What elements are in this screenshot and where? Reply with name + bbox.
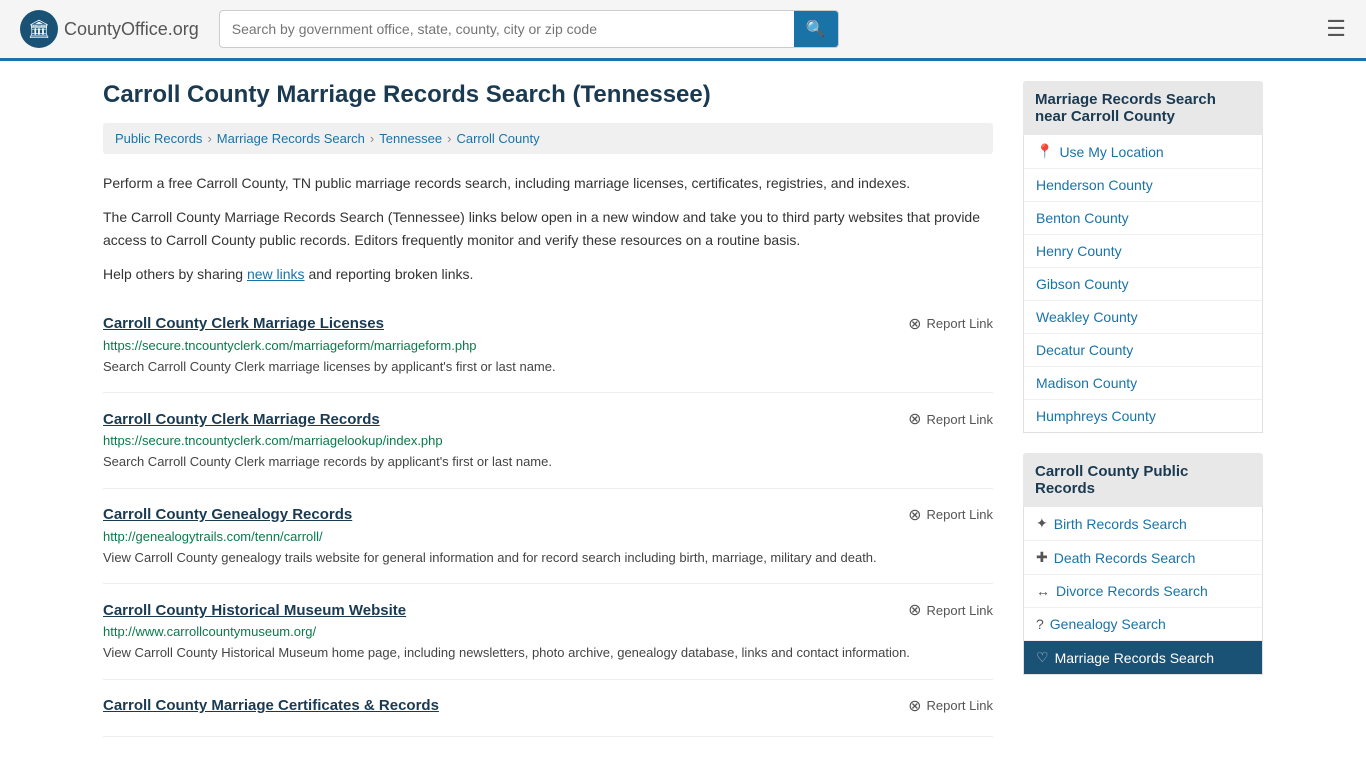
marriage-icon: ♡ bbox=[1036, 649, 1049, 666]
breadcrumb: Public Records › Marriage Records Search… bbox=[103, 123, 993, 154]
public-records-list: ✦ Birth Records Search ✚ Death Records S… bbox=[1023, 507, 1263, 675]
list-item[interactable]: Humphreys County bbox=[1024, 400, 1262, 432]
report-link-button[interactable]: ⊗ Report Link bbox=[908, 696, 993, 716]
list-item[interactable]: ♡ Marriage Records Search bbox=[1024, 641, 1262, 674]
gibson-county-link[interactable]: Gibson County bbox=[1036, 276, 1129, 292]
search-input[interactable] bbox=[220, 13, 794, 45]
list-item[interactable]: ✚ Death Records Search bbox=[1024, 541, 1262, 575]
menu-button[interactable]: ☰ bbox=[1326, 16, 1346, 42]
public-records-section: Carroll County Public Records ✦ Birth Re… bbox=[1023, 453, 1263, 675]
breadcrumb-tennessee[interactable]: Tennessee bbox=[379, 131, 442, 146]
breadcrumb-carroll-county[interactable]: Carroll County bbox=[456, 131, 539, 146]
record-url[interactable]: https://secure.tncountyclerk.com/marriag… bbox=[103, 338, 993, 353]
new-links-link[interactable]: new links bbox=[247, 266, 305, 282]
breadcrumb-marriage-records-search[interactable]: Marriage Records Search bbox=[217, 131, 365, 146]
sidebar: Marriage Records Search near Carroll Cou… bbox=[1023, 81, 1263, 737]
list-item[interactable]: Benton County bbox=[1024, 202, 1262, 235]
nearby-counties-heading: Marriage Records Search near Carroll Cou… bbox=[1023, 81, 1263, 135]
birth-records-link[interactable]: Birth Records Search bbox=[1054, 516, 1187, 532]
search-icon: 🔍 bbox=[806, 21, 826, 38]
use-location-link[interactable]: Use My Location bbox=[1059, 144, 1163, 160]
record-title[interactable]: Carroll County Marriage Certificates & R… bbox=[103, 697, 439, 714]
list-item[interactable]: ? Genealogy Search bbox=[1024, 608, 1262, 641]
humphreys-county-link[interactable]: Humphreys County bbox=[1036, 408, 1156, 424]
record-item: Carroll County Marriage Certificates & R… bbox=[103, 680, 993, 737]
record-item: Carroll County Clerk Marriage Records ⊗ … bbox=[103, 393, 993, 489]
record-desc: View Carroll County Historical Museum ho… bbox=[103, 643, 993, 663]
description-1: Perform a free Carroll County, TN public… bbox=[103, 172, 993, 194]
death-icon: ✚ bbox=[1036, 549, 1048, 566]
record-url[interactable]: http://genealogytrails.com/tenn/carroll/ bbox=[103, 529, 993, 544]
marriage-records-link[interactable]: Marriage Records Search bbox=[1055, 650, 1215, 666]
divorce-icon: ↔ bbox=[1036, 583, 1050, 599]
report-icon: ⊗ bbox=[908, 696, 921, 716]
nearby-counties-section: Marriage Records Search near Carroll Cou… bbox=[1023, 81, 1263, 433]
record-item: Carroll County Clerk Marriage Licenses ⊗… bbox=[103, 298, 993, 394]
death-records-link[interactable]: Death Records Search bbox=[1054, 550, 1196, 566]
weakley-county-link[interactable]: Weakley County bbox=[1036, 309, 1138, 325]
henry-county-link[interactable]: Henry County bbox=[1036, 243, 1122, 259]
use-location-item[interactable]: 📍 Use My Location bbox=[1024, 135, 1262, 169]
report-link-button[interactable]: ⊗ Report Link bbox=[908, 409, 993, 429]
list-item[interactable]: ↔ Divorce Records Search bbox=[1024, 575, 1262, 608]
description-2: The Carroll County Marriage Records Sear… bbox=[103, 206, 993, 251]
record-title[interactable]: Carroll County Clerk Marriage Licenses bbox=[103, 315, 384, 332]
report-icon: ⊗ bbox=[908, 409, 921, 429]
record-desc: Search Carroll County Clerk marriage lic… bbox=[103, 357, 993, 377]
list-item[interactable]: Gibson County bbox=[1024, 268, 1262, 301]
birth-icon: ✦ bbox=[1036, 515, 1048, 532]
record-title[interactable]: Carroll County Clerk Marriage Records bbox=[103, 411, 380, 428]
search-bar: 🔍 bbox=[219, 10, 839, 48]
list-item[interactable]: Henderson County bbox=[1024, 169, 1262, 202]
location-pin-icon: 📍 bbox=[1036, 143, 1053, 160]
search-button[interactable]: 🔍 bbox=[794, 11, 838, 47]
report-link-button[interactable]: ⊗ Report Link bbox=[908, 505, 993, 525]
list-item[interactable]: ✦ Birth Records Search bbox=[1024, 507, 1262, 541]
report-icon: ⊗ bbox=[908, 314, 921, 334]
henderson-county-link[interactable]: Henderson County bbox=[1036, 177, 1153, 193]
public-records-heading: Carroll County Public Records bbox=[1023, 453, 1263, 507]
main-container: Carroll County Marriage Records Search (… bbox=[83, 61, 1283, 757]
list-item[interactable]: Decatur County bbox=[1024, 334, 1262, 367]
report-link-button[interactable]: ⊗ Report Link bbox=[908, 314, 993, 334]
madison-county-link[interactable]: Madison County bbox=[1036, 375, 1137, 391]
logo-link[interactable]: 🏛 CountyOffice.org bbox=[20, 10, 199, 48]
divorce-records-link[interactable]: Divorce Records Search bbox=[1056, 583, 1208, 599]
page-title: Carroll County Marriage Records Search (… bbox=[103, 81, 993, 109]
report-icon: ⊗ bbox=[908, 505, 921, 525]
nearby-counties-list: 📍 Use My Location Henderson County Bento… bbox=[1023, 135, 1263, 433]
records-list: Carroll County Clerk Marriage Licenses ⊗… bbox=[103, 298, 993, 737]
record-item: Carroll County Historical Museum Website… bbox=[103, 584, 993, 680]
report-link-button[interactable]: ⊗ Report Link bbox=[908, 600, 993, 620]
logo-icon: 🏛 bbox=[20, 10, 58, 48]
list-item[interactable]: Weakley County bbox=[1024, 301, 1262, 334]
record-item: Carroll County Genealogy Records ⊗ Repor… bbox=[103, 489, 993, 585]
list-item[interactable]: Henry County bbox=[1024, 235, 1262, 268]
content-area: Carroll County Marriage Records Search (… bbox=[103, 81, 993, 737]
hamburger-icon: ☰ bbox=[1326, 16, 1346, 41]
record-desc: View Carroll County genealogy trails web… bbox=[103, 548, 993, 568]
decatur-county-link[interactable]: Decatur County bbox=[1036, 342, 1133, 358]
genealogy-icon: ? bbox=[1036, 616, 1044, 632]
site-header: 🏛 CountyOffice.org 🔍 ☰ bbox=[0, 0, 1366, 61]
logo-text: CountyOffice.org bbox=[64, 19, 199, 40]
record-url[interactable]: http://www.carrollcountymuseum.org/ bbox=[103, 624, 993, 639]
report-icon: ⊗ bbox=[908, 600, 921, 620]
description-3: Help others by sharing new links and rep… bbox=[103, 263, 993, 285]
record-url[interactable]: https://secure.tncountyclerk.com/marriag… bbox=[103, 433, 993, 448]
genealogy-records-link[interactable]: Genealogy Search bbox=[1050, 616, 1166, 632]
record-title[interactable]: Carroll County Genealogy Records bbox=[103, 506, 352, 523]
list-item[interactable]: Madison County bbox=[1024, 367, 1262, 400]
record-desc: Search Carroll County Clerk marriage rec… bbox=[103, 452, 993, 472]
record-title[interactable]: Carroll County Historical Museum Website bbox=[103, 602, 406, 619]
benton-county-link[interactable]: Benton County bbox=[1036, 210, 1129, 226]
breadcrumb-public-records[interactable]: Public Records bbox=[115, 131, 202, 146]
